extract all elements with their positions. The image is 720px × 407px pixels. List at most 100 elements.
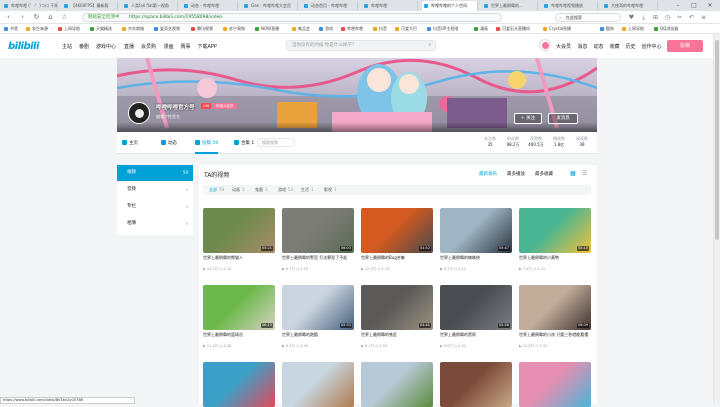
grid-view-icon[interactable]: ▦	[570, 170, 577, 177]
reload-icon[interactable]: ↻	[31, 12, 42, 23]
bookmark-item[interactable]: 腾讯视频	[191, 24, 213, 34]
close-window-icon[interactable]: ✕	[704, 0, 716, 11]
category-filter[interactable]: 生活 1	[301, 185, 314, 195]
address-bar[interactable]: 网站安全检测中 https://space.bilibili.com/19558…	[82, 13, 502, 22]
video-card[interactable]	[361, 362, 433, 407]
bookmark-item[interactable]: 酷狗	[600, 24, 614, 34]
bookmark-item[interactable]: 上网导航	[622, 24, 644, 34]
category-filter[interactable]: 游戏 53	[278, 185, 293, 195]
profile-tab[interactable]: 投稿 59	[195, 140, 219, 154]
site-search-input[interactable]: 当你没有的时候 你是什么样子？ ⌕	[286, 40, 436, 51]
browser-tab[interactable]: Gee - 哔哩哔哩大会员	[242, 1, 298, 11]
site-nav-item[interactable]: 主站	[62, 43, 72, 50]
video-card[interactable]: 05:58 世界上最倒霉的黑帮 ▶ 9.6万 ◷ 4-02	[440, 285, 512, 348]
video-thumbnail[interactable]	[440, 362, 512, 407]
video-card[interactable]	[440, 362, 512, 407]
back-icon[interactable]: ‹	[3, 12, 14, 23]
download-icon[interactable]: ⤓	[640, 14, 647, 21]
video-title[interactable]: 世界上最倒霉的跑酷	[282, 332, 354, 342]
video-card[interactable]: 05:33 世界上最倒霉的跑酷 ▶ 6.2万 ◷ 4-06	[282, 285, 354, 348]
profile-stat[interactable]: 获赞数 400.5万	[525, 136, 547, 148]
page-scrollbar[interactable]	[713, 34, 720, 404]
video-thumbnail[interactable]: 05:33	[282, 285, 354, 330]
screenshot-icon[interactable]: ✂	[676, 14, 683, 21]
profile-stat[interactable]: 关注数 35	[479, 136, 501, 148]
list-view-icon[interactable]: ☰	[582, 170, 589, 177]
video-card[interactable]	[203, 362, 275, 407]
extension-icon[interactable]: ⊞	[652, 14, 659, 21]
video-title[interactable]: 世界上最倒霉的蜘蛛侠	[440, 255, 512, 265]
left-menu-item[interactable]: 专栏 ›	[117, 199, 193, 215]
home-icon[interactable]: ⌂	[45, 12, 56, 23]
bookmark-item[interactable]: 抖音UP主权限	[427, 24, 458, 34]
video-card[interactable]: 04:41 世界上最倒霉的铁匠 ▶ 8.1万 ◷ 4-04	[361, 285, 433, 348]
bookmark-item[interactable]: 抖音	[373, 24, 387, 34]
browser-tab[interactable]: 【4K60FPS】最新版	[62, 1, 118, 11]
browser-tab[interactable]: 哔哩哔哩	[362, 1, 418, 11]
heart-icon[interactable]: ♥	[628, 14, 635, 21]
video-thumbnail[interactable]: 06:09	[519, 285, 591, 330]
video-thumbnail[interactable]: 05:58	[440, 285, 512, 330]
video-title[interactable]: 世界上最倒霉的警官 打击罪犯了不起	[282, 255, 354, 265]
bookmark-item[interactable]: 漫画	[474, 24, 488, 34]
minimize-icon[interactable]: –	[672, 0, 684, 11]
user-sign[interactable]: 编辑个性签名	[156, 114, 180, 120]
bookmark-item[interactable]: 天猫精选	[90, 24, 112, 34]
video-card[interactable]	[519, 362, 591, 407]
site-right-nav-item[interactable]: 历史	[626, 43, 636, 50]
profile-stat[interactable]: 播放数 1.8亿	[548, 136, 570, 148]
video-thumbnail[interactable]	[519, 362, 591, 407]
profile-tab[interactable]: 动态	[161, 140, 177, 146]
site-nav-item[interactable]: 游戏中心	[96, 43, 116, 50]
video-card[interactable]	[282, 362, 354, 407]
browser-tab[interactable]: 大侠哥的哔哩哔哩	[602, 1, 658, 11]
browser-tab[interactable]: 动态首页 - 哔哩哔哩	[302, 1, 358, 11]
category-filter[interactable]: 鬼畜 1	[255, 185, 268, 195]
site-nav-item[interactable]: 赛事	[181, 43, 191, 50]
video-thumbnail[interactable]	[282, 362, 354, 407]
site-right-nav-item[interactable]: 动态	[594, 43, 604, 50]
bilibili-logo[interactable]: bilibili	[8, 41, 39, 52]
bookmark-item[interactable]: 哔哩哔哩	[341, 24, 363, 34]
profile-tab[interactable]: 合集 1	[234, 140, 254, 146]
bookmark-item[interactable]: 书签	[4, 24, 18, 34]
video-card[interactable]: 06:15 世界上最倒霉的篮球员 ▶ 11.4万 ◷ 4-08	[203, 285, 275, 348]
video-thumbnail[interactable]: 04:41	[361, 285, 433, 330]
site-nav-item[interactable]: 漫画	[164, 43, 174, 50]
video-thumbnail[interactable]	[361, 362, 433, 407]
sort-option[interactable]: 最新发布	[479, 171, 497, 177]
category-filter[interactable]: 动画 3	[232, 185, 245, 195]
video-title[interactable]: 世界上最倒霉的篮球员	[203, 332, 275, 342]
bookmark-item[interactable]: 可爱大巴	[395, 24, 417, 34]
browser-tab[interactable]: 动态 - 哔哩哔哩	[182, 1, 238, 11]
bookmark-item[interactable]: 可爱石头直播间	[496, 24, 530, 34]
bookmark-item[interactable]: 苏宁易购	[223, 24, 245, 34]
bookmark-item[interactable]: 京东商城	[122, 24, 144, 34]
browser-search-input[interactable]: ⌕ 在此搜索	[555, 13, 621, 22]
bookmark-item[interactable]: 游戏	[319, 24, 333, 34]
profile-stat[interactable]: 粉丝数 98.2万	[502, 136, 524, 148]
site-right-nav-item[interactable]: 收藏	[610, 43, 620, 50]
site-nav-item[interactable]: 直播	[124, 43, 134, 50]
video-card[interactable]: 06:03 世界上最倒霉的警官 打击罪犯了不起 ▶ 8.7万 ◷ 4-16	[282, 208, 354, 271]
video-card[interactable]: 04:52 世界上最倒霉的Bug合集 ▶ 12.5万 ◷ 4-14	[361, 208, 433, 271]
sort-option[interactable]: 最多播放	[507, 171, 525, 177]
site-nav-item[interactable]: 下载APP	[198, 43, 217, 50]
video-title[interactable]: 世界上最倒霉的黑帮	[440, 332, 512, 342]
video-thumbnail[interactable]: 05:10	[519, 208, 591, 253]
avatar[interactable]	[539, 39, 551, 51]
bookmark-item[interactable]: 上网导航	[58, 24, 80, 34]
bookmark-item[interactable]: Crystal直播	[543, 24, 571, 34]
sort-option[interactable]: 最多收藏	[535, 171, 553, 177]
bookmark-item[interactable]: NOW直播	[255, 24, 279, 34]
history-icon[interactable]: ◷	[664, 14, 671, 21]
site-nav-item[interactable]: 番剧	[79, 43, 89, 50]
video-thumbnail[interactable]: 06:15	[203, 285, 275, 330]
site-right-nav-item[interactable]: 大会员	[556, 43, 571, 50]
vip-badge[interactable]: 年度大会员	[213, 103, 237, 109]
video-thumbnail[interactable]: 04:52	[361, 208, 433, 253]
search-icon[interactable]: ⌕	[428, 41, 431, 50]
video-thumbnail[interactable]: 05:47	[440, 208, 512, 253]
follow-button[interactable]: + 关注	[514, 113, 542, 124]
video-thumbnail[interactable]: 05:21	[203, 208, 275, 253]
